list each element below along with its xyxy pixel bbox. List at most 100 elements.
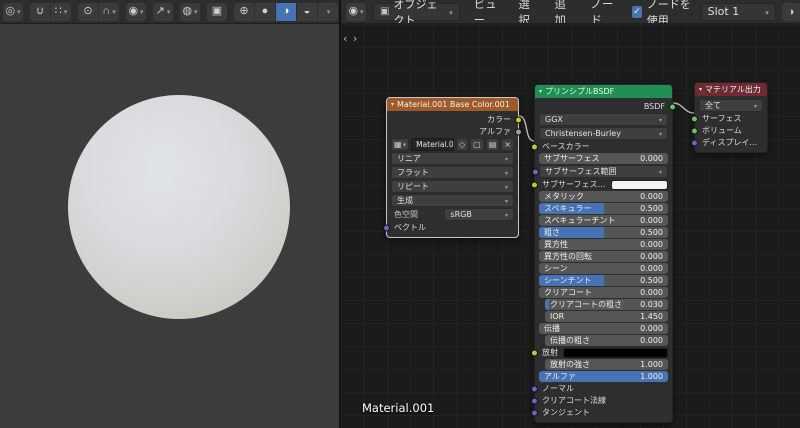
slot-label: Slot 1 xyxy=(707,5,740,18)
node-title-bar[interactable]: Material.001 Base Color.001 xyxy=(387,98,518,111)
menu-select[interactable]: 選択 xyxy=(518,0,535,23)
chevron-down-icon xyxy=(16,6,21,17)
node-socket[interactable] xyxy=(531,349,538,356)
dropdown-リピート[interactable]: リピート xyxy=(391,180,514,193)
node-socket[interactable] xyxy=(691,139,698,146)
slider-スペキュラー[interactable]: スペキュラー 0.500 xyxy=(539,203,668,214)
shading-wireframe-icon: ⊕ xyxy=(239,5,249,17)
dropdown-生成[interactable]: 生成 xyxy=(391,194,514,207)
pivot-point-button[interactable]: ◎ xyxy=(3,2,23,21)
shader-node-editor[interactable]: ‹ › Material.001 Base Color.001カラーアルファ▦M… xyxy=(341,24,800,428)
principled-bsdf-node[interactable]: プリンシプルBSDF BSDF GGX Christensen-Burley ベースカラ… xyxy=(531,84,676,423)
chevron-down-icon xyxy=(166,6,171,17)
node-socket[interactable] xyxy=(691,127,698,134)
node-socket[interactable] xyxy=(531,143,538,150)
slider-IOR[interactable]: IOR 1.450 xyxy=(545,311,668,322)
slider-クリアコートの粗さ[interactable]: クリアコートの粗さ 0.030 xyxy=(545,299,668,310)
snap-magnet-toggle[interactable]: ∪ xyxy=(30,2,50,21)
node-socket[interactable] xyxy=(515,116,522,123)
mode-select[interactable]: ▣ オブジェクト xyxy=(373,0,460,23)
shading-wireframe-button[interactable]: ⊕ xyxy=(234,2,254,21)
image-texture-node[interactable]: Material.001 Base Color.001 カラーアルファ ▦Mater… xyxy=(383,97,522,238)
dropdown-label: 全て xyxy=(705,101,721,110)
gizmo-dropdown[interactable]: ↗ xyxy=(153,2,173,21)
slider-スペキュラーチント[interactable]: スペキュラーチント 0.000 xyxy=(539,215,668,226)
image-name-field[interactable]: Material.001 ··· xyxy=(411,138,455,151)
node-title-bar[interactable]: マテリアル出力 xyxy=(695,83,767,96)
folder-icon[interactable]: ▤ xyxy=(485,138,500,151)
viewport-toolbar: ◎ ∪∷ ⊙∩ ◉ ↗ ◍ ▣ ⊕ ●◑◒ xyxy=(3,2,339,21)
socket-label: カラー xyxy=(487,115,511,124)
slider-クリアコート[interactable]: クリアコート 0.000 xyxy=(539,287,668,298)
material-output-node[interactable]: マテリアル出力全てサーフェスボリュームディスプレイスメ… xyxy=(691,82,768,153)
color-swatch[interactable] xyxy=(610,179,668,190)
shading-rendered-button[interactable]: ◒ xyxy=(297,2,317,21)
colorspace-value: sRGB xyxy=(450,210,472,219)
dropdown-全て[interactable]: 全て xyxy=(699,99,763,112)
editor-type-button[interactable]: ◉ xyxy=(346,2,366,21)
socket-row-クリアコート法線: クリアコート法線 xyxy=(531,395,668,406)
overlays-dropdown[interactable]: ◍ xyxy=(180,2,200,21)
node-socket[interactable] xyxy=(531,181,538,188)
shading-settings-button[interactable] xyxy=(318,2,338,21)
panel-toggle-icon[interactable]: ‹ › xyxy=(343,32,358,45)
node-socket[interactable] xyxy=(669,103,676,110)
socket-label: ベースカラー xyxy=(542,142,590,151)
color-swatch[interactable] xyxy=(563,347,668,358)
slider-放射の強さ[interactable]: 放射の強さ 1.000 xyxy=(545,359,668,370)
node-socket[interactable] xyxy=(531,385,538,392)
node-link xyxy=(672,102,695,114)
object-mode-icon: ▣ xyxy=(380,6,390,17)
slider-シーン[interactable]: シーン 0.000 xyxy=(539,263,668,274)
menu-add[interactable]: 追加 xyxy=(554,0,571,23)
node-socket[interactable] xyxy=(383,224,390,231)
colorspace-select[interactable]: sRGB xyxy=(444,208,514,221)
use-nodes-toggle[interactable]: ✓ ノードを使用 xyxy=(631,0,701,23)
image-icon[interactable]: ▦ xyxy=(391,138,410,151)
blender-window: ◎∪∷⊙∩◉↗◍▣⊕●◑◒ ◉ ▣ オブジェクト ビュー選択追加ノード ✓ ノー… xyxy=(0,0,800,428)
editor-divider[interactable] xyxy=(339,0,341,428)
falloff-dropdown[interactable]: ∩ xyxy=(99,2,119,21)
menu-node[interactable]: ノード xyxy=(590,0,616,23)
slider-label: クリアコート xyxy=(544,288,592,297)
slider-シーンチント[interactable]: シーンチント 0.500 xyxy=(539,275,668,286)
shading-material-button[interactable]: ◑ xyxy=(276,2,296,21)
node-socket[interactable] xyxy=(532,168,539,175)
slider-value: 0.000 xyxy=(640,288,663,297)
dropdown-リニア[interactable]: リニア xyxy=(391,152,514,165)
slider-サブサーフェス[interactable]: サブサーフェス 0.000 xyxy=(539,153,668,164)
node-title-bar[interactable]: プリンシプルBSDF xyxy=(535,85,672,98)
xray-toggle[interactable]: ▣ xyxy=(207,2,227,21)
node-socket[interactable] xyxy=(515,128,522,135)
chevron-down-icon xyxy=(326,6,331,17)
browse-material-button[interactable]: ◑ xyxy=(781,2,800,21)
slider-異方性[interactable]: 異方性 0.000 xyxy=(539,239,668,250)
visibility-dropdown[interactable]: ◉ xyxy=(126,2,146,21)
slider-異方性の回転[interactable]: 異方性の回転 0.000 xyxy=(539,251,668,262)
slider-伝播[interactable]: 伝播 0.000 xyxy=(539,323,668,334)
close-icon[interactable]: × xyxy=(501,138,514,151)
slider-label: 異方性 xyxy=(544,240,568,249)
copy-icon[interactable]: ▢ xyxy=(470,138,484,151)
dropdown-Christensen-Burley[interactable]: Christensen-Burley xyxy=(539,127,668,140)
colorspace-row: 色空間 sRGB xyxy=(391,208,514,221)
slider-アルファ[interactable]: アルファ 1.000 xyxy=(539,371,668,382)
dropdown-サブサーフェス範囲[interactable]: サブサーフェス範囲 xyxy=(532,165,668,178)
material-slot-select[interactable]: Slot 1 xyxy=(700,2,776,21)
node-socket[interactable] xyxy=(691,115,698,122)
proportional-editing-toggle[interactable]: ⊙ xyxy=(78,2,98,21)
menu-view[interactable]: ビュー xyxy=(474,0,500,23)
node-socket[interactable] xyxy=(531,397,538,404)
slider-メタリック[interactable]: メタリック 0.000 xyxy=(539,191,668,202)
shading-solid-button[interactable]: ● xyxy=(255,2,275,21)
preview-viewport[interactable] xyxy=(0,24,339,428)
dropdown-フラット[interactable]: フラット xyxy=(391,166,514,179)
slider-粗さ[interactable]: 粗さ 0.500 xyxy=(539,227,668,238)
preview-sphere[interactable] xyxy=(68,95,290,319)
slider-伝播の粗さ[interactable]: 伝播の粗さ 0.000 xyxy=(545,335,668,346)
snap-settings-button[interactable]: ∷ xyxy=(51,2,71,21)
node-socket[interactable] xyxy=(531,409,538,416)
dropdown-GGX[interactable]: GGX xyxy=(539,113,668,126)
fake-user-icon[interactable]: ◇ xyxy=(456,138,469,151)
checkbox-checked-icon[interactable]: ✓ xyxy=(631,5,642,18)
